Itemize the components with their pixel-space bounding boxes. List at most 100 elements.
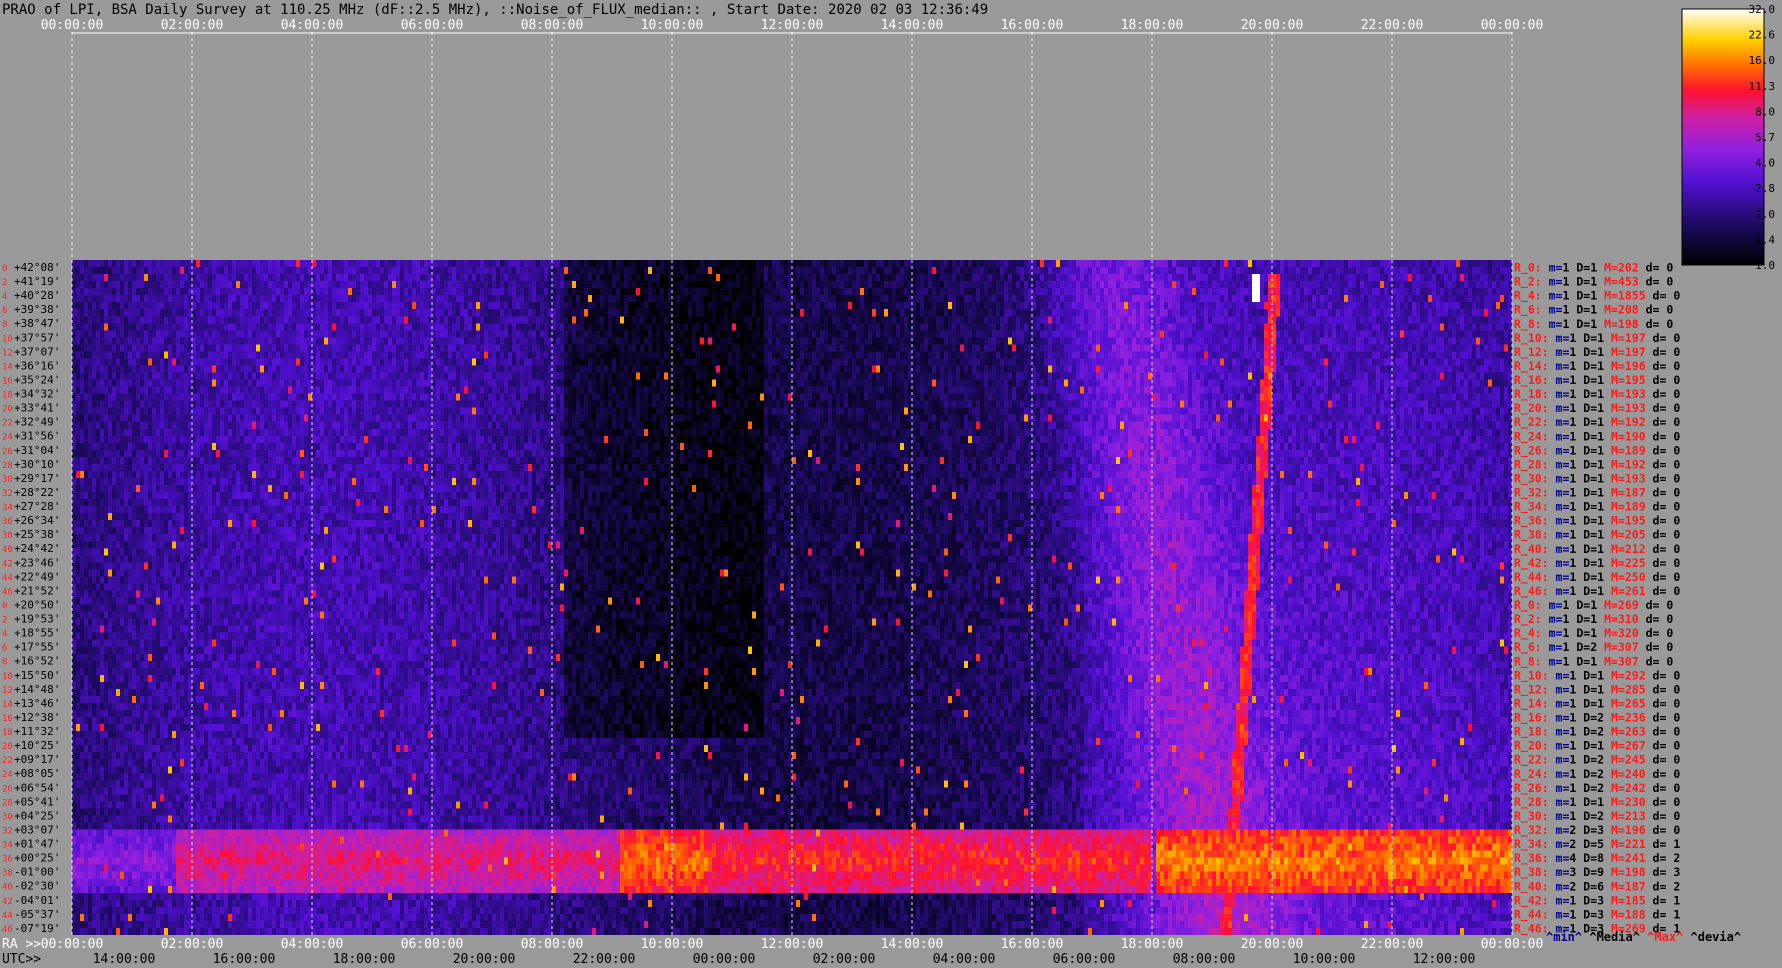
ra-tick: 06:00:00 — [401, 937, 464, 952]
row-number: 38 — [2, 869, 13, 879]
stat-row: R_42: m=1 D=3 M=185 d= 1 — [1514, 893, 1680, 908]
row-number: 8 — [2, 320, 7, 330]
declination-label: +32°49' — [14, 416, 60, 429]
row-number: 44 — [2, 573, 13, 583]
stat-row: R_32: m=2 D=3 M=196 d= 0 — [1514, 823, 1680, 838]
declination-label: +06°54' — [14, 781, 60, 794]
top-time-tick: 10:00:00 — [641, 18, 704, 33]
chart-title: PRAO of LPI, BSA Daily Survey at 110.25 … — [2, 2, 988, 18]
ra-tick: 20:00:00 — [1241, 937, 1304, 952]
colorbar: 32.0 22.6 16.0 11.3 8.0 5.7 4.0 2.8 2.0 1.4 1.0 — [1681, 3, 1776, 272]
stat-row: R_16: m=1 D=2 M=236 d= 0 — [1514, 711, 1680, 726]
colorbar-tick: 8.0 — [1755, 105, 1775, 118]
row-number: 14 — [2, 700, 13, 710]
declination-label: +18°55' — [14, 627, 60, 640]
row-number: 22 — [2, 756, 13, 766]
row-number: 10 — [2, 672, 13, 682]
utc-tick: 04:00:00 — [933, 952, 996, 967]
ra-tick: 00:00:00 — [41, 937, 104, 952]
declination-label: +03°07' — [14, 823, 60, 836]
utc-tick: 22:00:00 — [573, 952, 636, 967]
declination-label: -04°01' — [14, 894, 60, 907]
colorbar-tick: 5.7 — [1755, 131, 1775, 144]
survey-chart: PRAO of LPI, BSA Daily Survey at 110.25 … — [0, 0, 1782, 968]
stat-row: R_44: m=1 D=3 M=188 d= 1 — [1514, 907, 1680, 922]
declination-label: -07°19' — [14, 922, 60, 935]
row-number: 46 — [2, 587, 13, 597]
row-number: 6 — [2, 644, 7, 654]
stat-row: R_6: m=1 D=1 M=208 d= 0 — [1514, 303, 1673, 318]
ra-tick: 18:00:00 — [1121, 937, 1184, 952]
stat-row: R_28: m=1 D=1 M=192 d= 0 — [1514, 457, 1680, 472]
heatmap-svg: PRAO of LPI, BSA Daily Survey at 110.25 … — [2, 2, 1776, 967]
utc-tick: 08:00:00 — [1173, 952, 1236, 967]
row-number: 18 — [2, 391, 13, 401]
row-number: 32 — [2, 489, 13, 499]
row-number: 44 — [2, 911, 13, 921]
stat-row: R_40: m=1 D=1 M=212 d= 0 — [1514, 542, 1680, 557]
stat-row: R_0: m=1 D=1 M=202 d= 0 — [1514, 261, 1673, 276]
row-number: 10 — [2, 334, 13, 344]
stat-row: R_46: m=1 D=1 M=261 d= 0 — [1514, 584, 1680, 599]
stat-row: R_12: m=1 D=1 M=285 d= 0 — [1514, 682, 1680, 697]
row-number: 14 — [2, 362, 13, 372]
stat-row: R_4: m=1 D=1 M=1855 d= 0 — [1514, 289, 1680, 304]
declination-label: +25°38' — [14, 528, 60, 541]
stat-row: R_22: m=1 D=2 M=245 d= 0 — [1514, 753, 1680, 768]
declination-label: +42°08' — [14, 261, 60, 274]
colorbar-tick: 16.0 — [1749, 54, 1776, 67]
row-number: 30 — [2, 475, 13, 485]
stat-row: R_14: m=1 D=1 M=196 d= 0 — [1514, 359, 1680, 374]
stat-row: R_42: m=1 D=1 M=225 d= 0 — [1514, 556, 1680, 571]
top-time-tick: 02:00:00 — [161, 18, 224, 33]
declination-label: +21°52' — [14, 584, 60, 597]
stat-row: R_2: m=1 D=1 M=453 d= 0 — [1514, 275, 1673, 290]
top-time-tick: 14:00:00 — [881, 18, 944, 33]
utc-tick: 18:00:00 — [333, 952, 396, 967]
stat-row: R_20: m=1 D=1 M=267 d= 0 — [1514, 739, 1680, 754]
row-number: 4 — [2, 630, 7, 640]
declination-label: +08°05' — [14, 767, 60, 780]
declination-label: +17°55' — [14, 641, 60, 654]
row-number: 4 — [2, 292, 7, 302]
row-number: 16 — [2, 376, 13, 386]
declination-label: +34°32' — [14, 388, 60, 401]
declination-label: +20°50' — [14, 598, 60, 611]
row-number: 2 — [2, 278, 7, 288]
ra-tick: 00:00:00 — [1481, 937, 1544, 952]
declination-label: +26°34' — [14, 514, 60, 527]
declination-label: +09°17' — [14, 753, 60, 766]
utc-tick: 16:00:00 — [213, 952, 276, 967]
stat-row: R_30: m=1 D=2 M=213 d= 0 — [1514, 809, 1680, 824]
utc-tick: 00:00:00 — [693, 952, 756, 967]
stat-row: R_26: m=1 D=2 M=242 d= 0 — [1514, 781, 1680, 796]
stat-row: R_24: m=1 D=1 M=190 d= 0 — [1514, 429, 1680, 444]
declination-label: +35°24' — [14, 373, 60, 386]
stat-row: R_22: m=1 D=1 M=192 d= 0 — [1514, 415, 1680, 430]
stat-row: R_16: m=1 D=1 M=195 d= 0 — [1514, 373, 1680, 388]
row-number: 34 — [2, 503, 13, 513]
colorbar-tick: 32.0 — [1749, 3, 1776, 16]
ra-tick: 04:00:00 — [281, 937, 344, 952]
row-number: 12 — [2, 348, 13, 358]
declination-label: +23°46' — [14, 556, 60, 569]
stat-row: R_2: m=1 D=1 M=310 d= 0 — [1514, 612, 1673, 627]
top-time-tick: 20:00:00 — [1241, 18, 1304, 33]
stat-row: R_38: m=3 D=9 M=198 d= 3 — [1514, 865, 1680, 880]
row-number: 16 — [2, 714, 13, 724]
stat-row: R_30: m=1 D=1 M=193 d= 0 — [1514, 471, 1680, 486]
declination-label: +05°41' — [14, 795, 60, 808]
stat-legend: ^min^ ^Media^ ^Max^ ^devia^ — [1546, 930, 1741, 944]
stat-row: R_24: m=1 D=2 M=240 d= 0 — [1514, 767, 1680, 782]
declination-label: +10°25' — [14, 739, 60, 752]
colorbar-tick: 1.0 — [1755, 259, 1775, 272]
row-statistics: R_0: m=1 D=1 M=202 d= 0R_2: m=1 D=1 M=45… — [1514, 261, 1741, 944]
top-time-tick: 04:00:00 — [281, 18, 344, 33]
row-number: 46 — [2, 925, 13, 935]
stat-row: R_36: m=1 D=1 M=195 d= 0 — [1514, 514, 1680, 529]
ra-tick: 02:00:00 — [161, 937, 224, 952]
stat-row: R_10: m=1 D=1 M=292 d= 0 — [1514, 668, 1680, 683]
utc-tick: 06:00:00 — [1053, 952, 1116, 967]
declination-label: +40°28' — [14, 289, 60, 302]
declination-label: +31°56' — [14, 430, 60, 443]
